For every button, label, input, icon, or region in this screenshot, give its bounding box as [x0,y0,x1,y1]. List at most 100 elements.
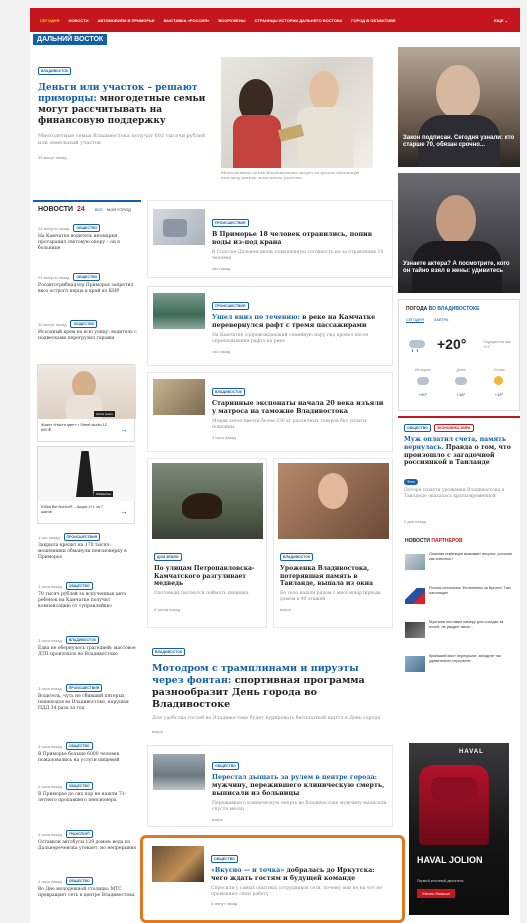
nav-item-news[interactable]: Новости [68,18,88,23]
nav-item-armed[interactable]: Вооружены [218,18,245,23]
partner-text: Крымский мост перекрыли: заходите так уд… [429,654,501,663]
sun-icon [494,376,503,385]
article-lead: На Камчатке сопровождающий семейную пару… [212,333,369,344]
article-tag: Владивосток [280,553,314,561]
news-item[interactable]: 3 часа назад Владивосток Едва не обернуло… [38,636,138,658]
news-time: 4 часа назад [38,878,62,884]
article-title: По улицам Петропавловска-Камчатского раз… [154,565,255,587]
article-card[interactable]: Общество «Вкусно — и точка» добралась до… [147,840,393,915]
weather-tab-today[interactable]: Сегодня [406,318,425,323]
weather-period-label: Утром [493,368,505,372]
news-tag: Общество [73,224,101,232]
hero-tag[interactable]: Владивосток [38,67,72,75]
news-tab-all[interactable]: Все [95,207,103,212]
hero-time: 35 минут назад [38,155,67,160]
car-seat-back [431,777,477,801]
news-item[interactable]: 24 минуты назад Общество На Камчатке води… [38,224,138,252]
news-tag: Транспорт [65,830,94,838]
news-ad-1[interactable]: Gloria Jeans Жакет «Настя цвет» • Street… [37,364,136,442]
news-item[interactable]: 4 часа назад Общество Во Дне молодежной с… [38,877,138,899]
article-title: «Вкусно — и точка» добралась до Иркутска… [211,867,387,883]
weather-tabs: Сегодня Завтра [406,318,448,323]
news-item[interactable]: 4 часа назад Общество В Приморье до сих п… [38,782,138,804]
news-item[interactable]: 2 часа назад Общество 70 тысяч рублей за … [38,582,138,610]
weather-tab-tomorrow[interactable]: Завтра [434,318,448,323]
nav-item-auto[interactable]: Автомобили в Приморье [97,18,154,23]
hero-title[interactable]: Деньги или участок – решают приморцы: мн… [38,83,216,127]
article-time: вчера [212,817,223,822]
woman-face-shape [318,473,348,509]
partner-item[interactable]: Крымский мост перекрыли: заходите так уд… [405,654,515,680]
feature-lead: Для удобства гостей во Владивостоке буде… [152,716,381,721]
nav-item-city-lens[interactable]: Город в объективе [351,18,395,23]
partner-image [405,656,425,672]
ad-skirt-shape [76,451,94,497]
promo-face-2 [436,195,476,245]
article-tag: Общество [211,855,238,863]
partner-text: Опасная инфекция вызывает инсульт: росси… [429,552,512,561]
article-lead: Пережившего клиническую смерть во Владив… [212,801,387,812]
nav-item-expo[interactable]: Выставка «Россия» [164,18,210,23]
article-card[interactable]: Владивосток Старинные экспонаты начала 2… [147,372,393,452]
weather-period-label: Днем [456,368,466,372]
news-text: В Приморье до сих пор не нашли 71-летнег… [38,792,127,803]
news-item[interactable]: 4 часа назад Транспорт Оставили автобусы … [38,830,138,852]
news-ad-1-label: Gloria Jeans [94,411,115,417]
haval-ad[interactable]: HAVAL HAVAL JOLION Первый ключевой двига… [409,743,509,915]
news-ad-2[interactable]: Wildberries Юбка Bel Norton® – Акция 2+1… [37,446,136,524]
article-card[interactable]: Происшествия В Приморье 18 человек отрав… [147,200,393,278]
article-lead: В Спасске-Дальнем вновь повышенную готов… [212,250,384,261]
partner-item[interactable]: Мужчина поставил камеру для соседки за н… [405,620,515,646]
article-card[interactable]: Дом земли По улицам Петропавловска-Камча… [147,458,267,628]
hero-text: Владивосток Деньги или участок – решают … [38,57,216,160]
hero-lead: Многодетные семьи Владивостока получат 6… [38,133,206,146]
news-text: Водитель, чуть не сбивший пятерых пешехо… [38,694,129,711]
news-item[interactable]: 1 час назад Происшествия Закрыла кредит н… [38,533,138,561]
news-item[interactable]: 30 минут назад Общество Исходный крем на … [38,320,138,342]
news-item[interactable]: 3 часа назад Происшествия Водитель, чуть … [38,684,138,712]
news-text: Во Дне молодежной столицы: МТС превращае… [38,887,135,898]
news-text: Закрыла кредит на 170 тысяч: мошенники о… [38,543,127,560]
haval-model: HAVAL JOLION [417,855,483,865]
partner-item[interactable]: Опасная инфекция вызывает инсульт: росси… [405,552,515,578]
region-badge[interactable]: Дальний Восток [33,34,108,45]
news-item[interactable]: 24 минуты назад Общество Росавтотрибнадзо… [38,273,138,295]
article-time: вчера [280,606,291,612]
article-title: Ушел вниз по течению: в реке на Камчатке… [212,314,388,330]
promo-card-1[interactable]: Закон подписан. Сегодня узнали: кто стар… [398,47,520,167]
arrow-right-icon[interactable]: → [120,507,128,516]
partner-item[interactable]: Россия источника: Филиппины за Бритни: Т… [405,586,515,612]
article-card[interactable]: Происшествия Ушел вниз по течению: в рек… [147,286,393,366]
nav-item-history[interactable]: Страницы истории Дальнего Востока [255,18,343,23]
news-text: Оставили автобусы 129 домов: вода из Дал… [38,840,137,851]
feature-title: Мотодром с трамплинами и пируэты через ф… [152,663,392,711]
right-article[interactable]: Общество Экономика мира Муж оплатил счет… [398,416,520,528]
nav-more-button[interactable]: Еще ⌄ [494,18,508,23]
partner-text: Мужчина поставил камеру для соседки за н… [429,620,504,629]
news-tag: Общество [65,742,93,750]
weather-period-temp: +19° [494,392,504,397]
article-title: Перестал дышать за рулем в центре города… [212,774,388,798]
feature-article[interactable]: Владивосток Мотодром с трамплинами и пир… [152,638,392,734]
nav-item-today[interactable]: Сегодня [40,18,59,23]
article-tag: Общество [212,762,239,770]
news-tag: Происшествия [63,533,101,541]
article-lead: Ее тело нашли рядом с многоквартирным до… [280,590,381,602]
promo-card-2[interactable]: Узнаете актера? А посмотрите, кого он та… [398,173,520,293]
right-article-title: Муж оплатил счета, память вернулась. Пра… [404,436,514,467]
right-article-tags: Общество Экономика мира [404,424,474,432]
news-tab-my-city[interactable]: Мой город [107,207,131,212]
arrow-right-icon[interactable]: → [120,425,128,434]
article-card[interactable]: Владивосток Уроженка Владивостока, потер… [273,458,393,628]
haval-cta-button[interactable]: Узнать больше [417,889,455,898]
hero-image[interactable] [221,57,373,168]
news-item[interactable]: 3 часа назад Общество В Приморье больше 6… [38,742,138,764]
right-article-lead: Потеря памяти уроженки Владивостока в Та… [404,488,505,499]
news-tag: Общество [65,782,93,790]
article-card[interactable]: Общество Перестал дышать за рулем в цент… [147,745,393,827]
news-time: 3 часа назад [38,685,62,691]
article-time: час назад [212,349,231,354]
cloud-rain-icon [407,338,427,352]
news-text: На Камчатке водитель иномарки протаранил… [38,234,120,251]
news-tag: Происшествия [65,684,103,692]
